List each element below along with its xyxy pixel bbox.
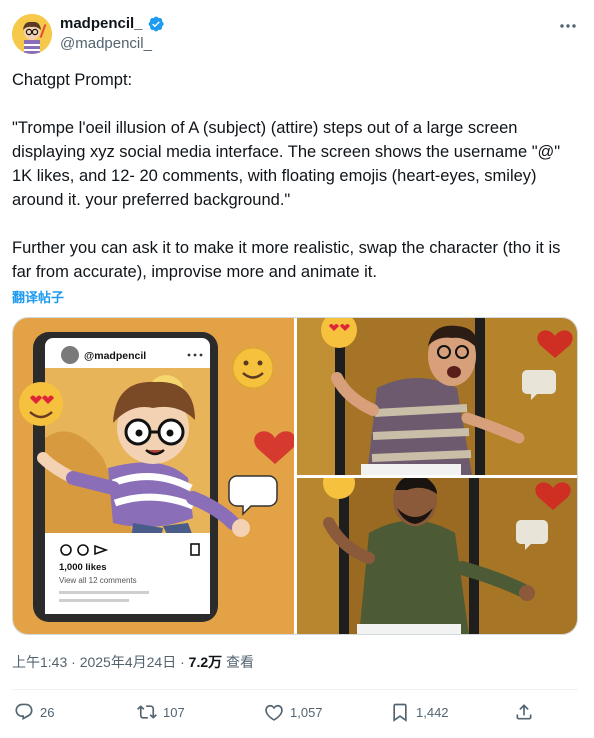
- views-count: 7.2万: [188, 654, 223, 670]
- repost-icon: [137, 705, 157, 719]
- illustration-likes: 1,000 likes: [59, 562, 107, 573]
- share-button[interactable]: [514, 702, 534, 722]
- repost-button[interactable]: 107: [137, 702, 185, 722]
- media-grid: @madpencil 1,000 likes View all 12 comme…: [12, 317, 578, 635]
- share-icon: [516, 704, 532, 720]
- tweet-header: madpencil_ @madpencil_: [12, 12, 582, 56]
- bookmark-button[interactable]: 1,442: [390, 702, 449, 722]
- more-options-icon[interactable]: [558, 16, 578, 36]
- divider: [12, 689, 578, 690]
- repost-count: 107: [163, 704, 185, 720]
- reply-count: 26: [40, 704, 55, 720]
- bookmark-icon: [393, 703, 407, 722]
- verified-badge-icon: [148, 16, 164, 32]
- heart-icon: [265, 704, 283, 721]
- illustration-username: @madpencil: [84, 350, 146, 362]
- media-image-illustration[interactable]: @madpencil 1,000 likes View all 12 comme…: [13, 318, 294, 634]
- reply-icon: [15, 703, 33, 720]
- translate-post-link[interactable]: 翻译帖子: [12, 287, 64, 306]
- meta-separator: ·: [180, 654, 185, 670]
- media-image-photo-2[interactable]: [297, 478, 577, 634]
- media-image-photo-1[interactable]: [297, 318, 577, 475]
- reply-button[interactable]: 26: [14, 702, 54, 722]
- views-label: 查看: [226, 654, 255, 670]
- like-button[interactable]: 1,057: [264, 702, 323, 722]
- bookmark-count: 1,442: [416, 704, 449, 720]
- tweet-paragraph: Chatgpt Prompt:: [12, 71, 133, 89]
- display-name[interactable]: madpencil_: [60, 14, 143, 34]
- tweet-paragraph: Further you can ask it to make it more r…: [12, 239, 561, 281]
- post-meta: 上午1:43 · 2025年4月24日 · 7.2万 查看: [12, 652, 254, 672]
- illustration-comments: View all 12 comments: [59, 576, 137, 585]
- tweet-paragraph: "Trompe l'oeil illusion of A (subject) (…: [12, 119, 561, 209]
- action-bar: 26 107 1,057 1,442: [14, 702, 566, 728]
- tweet-text: Chatgpt Prompt: "Trompe l'oeil illusion …: [12, 68, 580, 284]
- post-date[interactable]: 2025年4月24日: [80, 654, 177, 670]
- handle[interactable]: @madpencil_: [60, 34, 152, 54]
- avatar[interactable]: [12, 14, 52, 54]
- like-count: 1,057: [290, 704, 323, 720]
- meta-separator: ·: [71, 654, 76, 670]
- post-time[interactable]: 上午1:43: [12, 654, 67, 670]
